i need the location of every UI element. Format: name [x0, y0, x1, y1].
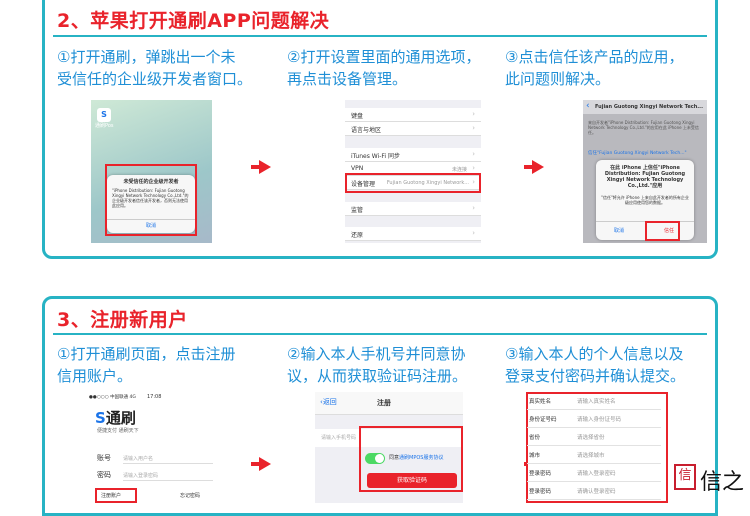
form-row-label: 城市: [529, 453, 541, 459]
form-row-input[interactable]: 请选择省份: [577, 433, 605, 441]
back-button[interactable]: ‹返回: [320, 397, 337, 407]
chevron-right-icon: ›: [472, 164, 475, 172]
status-time: 17:08: [147, 394, 162, 400]
personal-info-form: 真实姓名 请输入真实姓名身份证号码 请输入身份证号码省份 请选择省份城市 请选择城市登录…: [523, 389, 665, 500]
highlight-box: [645, 221, 680, 241]
nav-bar: ‹返回 注册: [315, 392, 463, 415]
brand-slogan: 便捷支付 通刷天下: [97, 428, 139, 434]
arrow-right-icon: [251, 160, 271, 174]
settings-row-reset[interactable]: 还原 ›: [345, 227, 481, 241]
settings-row-itunes-wifi[interactable]: iTunes Wi-Fi 同步 ›: [345, 148, 481, 162]
cancel-button[interactable]: 取消: [614, 228, 624, 235]
nav-title: Fujian Guotong Xingyi Network Tech...: [595, 104, 703, 110]
settings-row-language[interactable]: 语言与地区 ›: [345, 122, 481, 136]
form-row-input[interactable]: 请输入登录密码: [577, 469, 616, 477]
chevron-right-icon: ›: [472, 150, 475, 158]
chevron-right-icon: ›: [472, 110, 475, 118]
brand-logo: S通刷: [95, 409, 136, 427]
forgot-password-link[interactable]: 忘记密码: [180, 493, 200, 500]
form-row-label: 登录密码: [529, 489, 552, 495]
form-row[interactable]: 真实姓名 请输入真实姓名: [527, 392, 661, 410]
form-row-label: 省份: [529, 435, 541, 441]
background-text: 来自开发者"iPhone Distribution: Fujian Guoton…: [588, 120, 699, 135]
step-3-text: ③输入本人的个人信息以及 登录支付密码并确认提交。: [505, 345, 686, 385]
screenshot-register: ‹返回 注册 请输入手机号码 同意通刷MPOS服务协议 获取验证码: [315, 392, 463, 503]
form-row[interactable]: 登录密码 请确认登录密码: [527, 482, 661, 500]
highlight-box: [105, 164, 197, 236]
screenshot-untrusted-dialog: S 通刷Pos 未受信任的企业级开发者 "iPhone Distribution…: [91, 100, 212, 243]
app-label: 通刷Pos: [95, 123, 114, 129]
form-row[interactable]: 身份证号码 请输入身份证号码: [527, 410, 661, 428]
section-divider: [53, 333, 707, 335]
password-label: 密码: [97, 471, 111, 479]
chevron-right-icon: ›: [472, 124, 475, 132]
watermark: 信信之: [673, 464, 744, 496]
dialog-body: "信任"将允许 iPhone 上来自此开发者的所有企业级应用使用您的数据。: [601, 195, 689, 205]
step-1-text: ①打开通刷页面，点击注册 信用账户。: [57, 345, 236, 385]
section-divider: [53, 35, 707, 37]
section-card-ios-trust: 2、苹果打开通刷APP问题解决 ①打开通刷，弹跳出一个未 受信任的企业级开发者窗口…: [42, 0, 718, 259]
chevron-right-icon: ›: [472, 204, 475, 212]
trust-developer-link[interactable]: 信任"Fujian Guotong Xingyi Network Tech...…: [588, 150, 702, 157]
section-title: 2、苹果打开通刷APP问题解决: [57, 10, 330, 32]
form-row[interactable]: 登录密码 请输入登录密码: [527, 464, 661, 482]
highlight-box: [359, 426, 463, 492]
screenshot-settings-general: 键盘 › 语言与地区 › iTunes Wi-Fi 同步 › VPN 未连接 › 设备管理…: [345, 100, 481, 243]
screenshot-login: ●●○○○ 中国联通 4G 17:08 S通刷 便捷支付 通刷天下 账号 请输入…: [85, 392, 225, 503]
step-3-text: ③点击信任该产品的应用， 此问题则解决。: [505, 48, 684, 88]
nav-title: 注册: [377, 399, 391, 407]
section-title: 3、注册新用户: [57, 309, 188, 331]
status-carrier: ●●○○○ 中国联通 4G: [89, 395, 136, 400]
back-chevron-icon[interactable]: ‹: [586, 101, 590, 111]
form-row[interactable]: 城市 请选择城市: [527, 446, 661, 464]
nav-bar: ‹ Fujian Guotong Xingyi Network Tech...: [583, 100, 707, 114]
form-row-label: 身份证号码: [529, 417, 557, 423]
step-2-text: ②打开设置里面的通用选项， 再点击设备管理。: [287, 48, 481, 88]
form-row-label: 真实姓名: [529, 399, 552, 405]
form-row-input[interactable]: 请输入身份证号码: [577, 415, 621, 423]
arrow-right-icon: [524, 160, 544, 174]
settings-row-keyboard[interactable]: 键盘 ›: [345, 108, 481, 122]
tongshua-logo-icon: S: [95, 409, 106, 427]
dialog-title: 在此 iPhone 上信任"iPhone Distribution: Fujia…: [604, 165, 686, 189]
screenshot-trust-dialog: ‹ Fujian Guotong Xingyi Network Tech... …: [583, 100, 707, 243]
step-1-text: ①打开通刷，弹跳出一个未 受信任的企业级开发者窗口。: [57, 48, 253, 88]
tongshua-app-icon: S: [97, 108, 111, 122]
chevron-right-icon: ›: [472, 229, 475, 237]
password-input[interactable]: 请输入登录密码: [123, 473, 213, 481]
highlight-box: [345, 173, 481, 193]
form-row[interactable]: 省份 请选择省份: [527, 428, 661, 446]
highlight-box: [95, 488, 137, 503]
seal-logo: 信: [673, 464, 696, 490]
account-input[interactable]: 请输入用户名: [123, 456, 213, 464]
arrow-right-icon: [251, 457, 271, 471]
form-row-input[interactable]: 请确认登录密码: [577, 487, 616, 495]
form-row-input[interactable]: 请输入真实姓名: [577, 397, 616, 405]
form-row-input[interactable]: 请选择城市: [577, 451, 605, 459]
step-2-text: ②输入本人手机号并同意协 议，从而获取验证码注册。: [287, 345, 468, 385]
settings-row-supervision[interactable]: 监管 ›: [345, 202, 481, 216]
account-label: 账号: [97, 454, 111, 462]
form-row-label: 登录密码: [529, 471, 552, 477]
